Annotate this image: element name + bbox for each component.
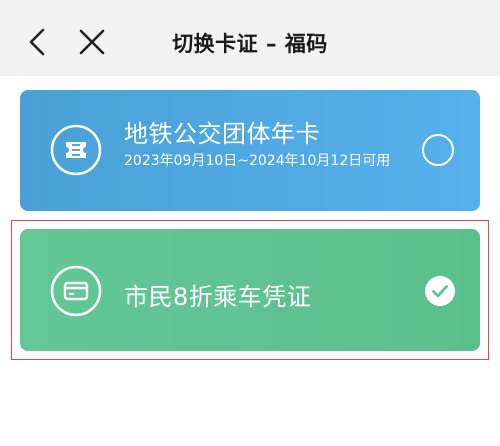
card-citizen-discount[interactable]: 市民8折乘车凭证 bbox=[20, 229, 480, 351]
card-validity: 2023年09月10日~2024年10月12日可用 bbox=[124, 153, 391, 169]
card-title: 市民8折乘车凭证 bbox=[124, 283, 312, 311]
card-icon bbox=[50, 265, 102, 317]
radio-unselected[interactable] bbox=[422, 134, 454, 166]
card-group-annual-pass[interactable]: 地铁公交团体年卡 2023年09月10日~2024年10月12日可用 bbox=[20, 90, 480, 211]
card-title: 地铁公交团体年卡 bbox=[124, 120, 320, 148]
close-icon bbox=[79, 29, 105, 55]
chevron-left-icon bbox=[29, 28, 45, 56]
check-circle-icon[interactable] bbox=[425, 276, 455, 306]
back-button[interactable] bbox=[22, 24, 58, 60]
close-button[interactable] bbox=[74, 24, 110, 60]
nav-bar: 切换卡证 – 福码 bbox=[0, 0, 500, 76]
ticket-icon bbox=[50, 124, 102, 176]
